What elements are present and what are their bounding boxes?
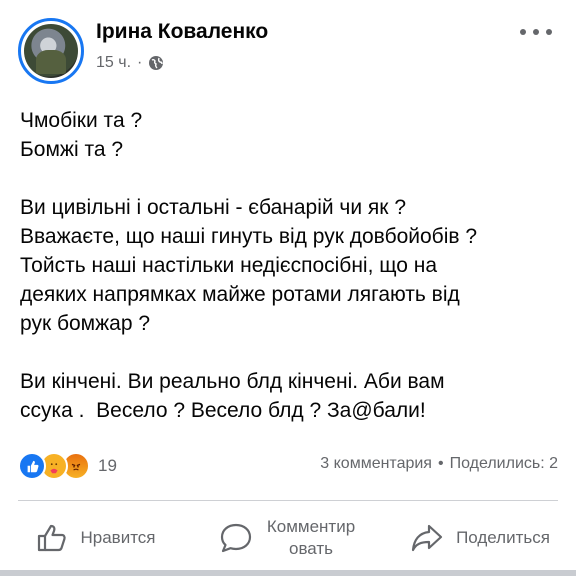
share-button[interactable]: Поделиться: [384, 508, 576, 568]
reaction-count: 19: [98, 456, 117, 475]
post-meta: 15 ч. ·: [96, 54, 164, 72]
bottom-separator: [0, 570, 576, 576]
post-paragraph: Ви кінчені. Ви реально блд кінчені. Аби …: [20, 367, 560, 425]
post-time[interactable]: 15 ч.: [96, 54, 131, 72]
shares-count-link[interactable]: Поделились: 2: [450, 455, 558, 473]
comments-count-link[interactable]: 3 комментария: [320, 455, 432, 473]
like-icon: [18, 452, 46, 480]
comment-button-label: Комментировать: [266, 517, 356, 558]
post-line: рук бомжар ?: [20, 312, 151, 335]
share-icon: [411, 524, 443, 552]
post-line: Бомжі та ?: [20, 138, 124, 161]
author-name[interactable]: Ірина Коваленко: [96, 20, 268, 44]
post-line: Вважаєте, що наші гинуть від рук довбойо…: [20, 225, 478, 248]
post-stats: 3 комментария • Поделились: 2: [320, 455, 558, 473]
more-options-icon[interactable]: [520, 22, 552, 42]
post-line: Ви кінчені. Ви реально блд кінчені. Аби …: [20, 370, 445, 393]
avatar-photo: [24, 24, 78, 78]
post-text: Чмобіки та ? Бомжі та ? Ви цивільні і ос…: [20, 106, 560, 454]
share-button-label: Поделиться: [456, 528, 550, 547]
globe-icon[interactable]: [148, 55, 164, 71]
like-button-label: Нравится: [80, 528, 156, 547]
post-paragraph: Чмобіки та ? Бомжі та ?: [20, 106, 560, 164]
post-line: ссука . Весело ? Весело блд ? За@бали!: [20, 399, 426, 422]
thumbs-up-icon: [38, 524, 67, 552]
divider: [18, 500, 558, 501]
post-line: Чмобіки та ?: [20, 109, 143, 132]
avatar[interactable]: [18, 18, 84, 84]
post-line: Тойсть наші настільки недієспосібні, що …: [20, 254, 438, 277]
like-button[interactable]: Нравится: [0, 508, 192, 568]
stats-separator: •: [437, 455, 444, 472]
comment-button[interactable]: Комментировать: [192, 508, 384, 568]
post-line: Ви цивільні і остальні - єбанарій чи як …: [20, 196, 407, 219]
reactions-summary[interactable]: 19: [18, 452, 117, 480]
action-bar: Нравится Комментировать Поделиться: [0, 508, 576, 568]
post-line: деяких напрямках майже ротами лягають ві…: [20, 283, 460, 306]
post-paragraph: Ви цивільні і остальні - єбанарій чи як …: [20, 193, 560, 338]
meta-separator: ·: [137, 54, 143, 71]
post-header: Ірина Коваленко 15 ч. ·: [0, 0, 576, 90]
comment-icon: [220, 523, 252, 553]
